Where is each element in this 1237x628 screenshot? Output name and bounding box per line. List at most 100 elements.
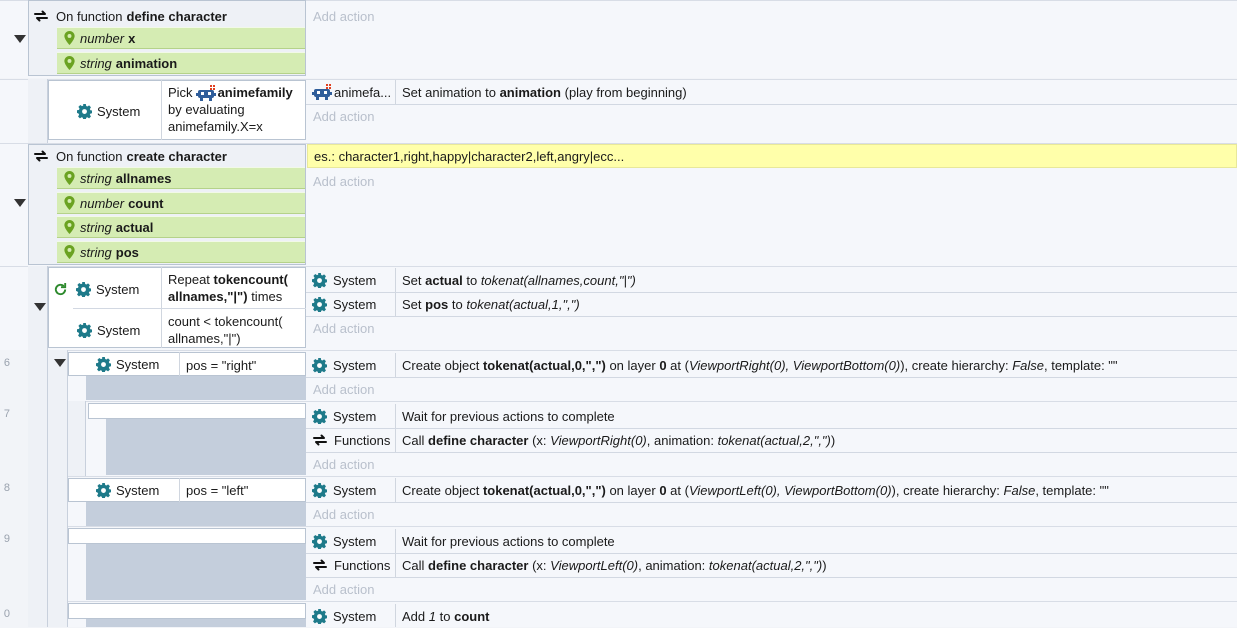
system-gear-icon [312,273,327,288]
condition-object[interactable]: System [96,481,159,499]
function-param[interactable]: string animation [57,52,305,74]
action-row[interactable]: System Create object tokenat(actual,0,",… [312,478,1109,502]
param-name: x [128,30,136,46]
functions-icon [312,557,328,573]
action-row[interactable]: System Add 1 to count [312,604,489,628]
divider [306,316,1237,317]
collapse-toggle[interactable] [14,35,26,43]
condition-object[interactable]: System [77,320,140,340]
object-name: System [96,281,140,297]
divider [306,104,1237,105]
divider [395,353,396,377]
action-row[interactable]: System Create object tokenat(actual,0,",… [312,353,1118,377]
param-type: string [80,219,112,235]
action-row[interactable]: animefa... Set animation to animation (p… [312,80,687,104]
pin-icon [64,196,75,210]
param-type: number [80,195,125,211]
add-action-link[interactable]: Add action [313,109,374,124]
function-name: define character [126,8,227,24]
condition-text[interactable]: pos = "left" [186,483,248,498]
sub-event-gutter [106,419,306,475]
function-param[interactable]: string pos [57,241,305,263]
divider [306,502,1237,503]
indent-gutter [28,79,48,143]
cond-object: animefamily [217,85,293,100]
action-row[interactable]: System Wait for previous actions to comp… [312,404,615,428]
object-name: System [333,533,377,549]
action-text: Call define character (x: ViewportLeft(0… [402,557,827,573]
collapse-toggle[interactable] [14,199,26,207]
comment-line[interactable]: es.: character1,right,happy|character2,l… [307,144,1237,168]
object-name: animefa... [334,84,392,100]
collapse-toggle[interactable] [54,359,66,367]
function-prefix: On function [56,8,123,24]
sprite-icon [312,84,332,100]
action-row[interactable]: System Set pos to tokenat(actual,1,",") [312,292,580,316]
function-param[interactable]: number x [57,27,305,49]
sub-event-gutter [86,544,306,600]
line-number: 7 [3,408,10,420]
line-number: 6 [3,357,10,369]
function-header[interactable]: On function define character [33,6,227,26]
pin-icon [64,31,75,45]
condition-object[interactable]: System [96,355,159,373]
line-number: 9 [3,533,10,545]
param-type: string [80,244,112,260]
add-action-link[interactable]: Add action [313,582,374,597]
object-name: Functions [334,557,391,573]
action-row[interactable]: Functions Call define character (x: View… [312,428,835,452]
action-text: Wait for previous actions to complete [402,408,615,424]
condition-block[interactable] [68,528,306,544]
condition-text[interactable]: pos = "right" [186,358,256,373]
indent-gutter [48,350,68,627]
function-loop-icon [33,148,49,164]
add-action-link[interactable]: Add action [313,382,374,397]
system-gear-icon [312,609,327,624]
condition-text[interactable]: Repeat tokencount( allnames,"|") times [168,271,288,305]
action-row[interactable]: System Set actual to tokenat(allnames,co… [312,268,636,292]
object-name: System [97,322,141,338]
object-name: Functions [334,432,391,448]
param-type: number [80,30,125,46]
action-text: Add 1 to count [402,608,490,624]
action-text: Wait for previous actions to complete [402,533,615,549]
function-param[interactable]: string allnames [57,167,305,189]
divider [395,478,396,502]
add-action-link[interactable]: Add action [313,457,374,472]
action-text: Set actual to tokenat(allnames,count,"|"… [402,272,636,288]
condition-block[interactable] [88,403,306,419]
condition-block[interactable] [68,603,306,619]
condition-text[interactable]: Pick animefamily by evaluating animefamil… [168,84,293,135]
add-action-link[interactable]: Add action [313,174,374,189]
function-param[interactable]: string actual [57,216,305,238]
sub-event-gutter [86,619,306,627]
indent-gutter [68,401,86,476]
param-type: string [80,170,112,186]
divider [179,352,180,376]
pin-icon [64,245,75,259]
system-gear-icon [77,323,92,338]
system-gear-icon [96,357,111,372]
add-action-link[interactable]: Add action [313,9,374,24]
system-gear-icon [312,409,327,424]
condition-object[interactable]: System [77,101,140,121]
object-name: System [333,272,377,288]
cond-text: by evaluating [168,102,245,117]
object-name: System [333,357,377,373]
system-gear-icon [312,483,327,498]
condition-text[interactable]: count < tokencount( allnames,"|") [168,313,283,347]
function-param[interactable]: number count [57,192,305,214]
param-name: count [128,195,164,211]
action-row[interactable]: System Wait for previous actions to comp… [312,529,615,553]
object-name: System [97,103,141,119]
add-action-link[interactable]: Add action [313,507,374,522]
add-action-link[interactable]: Add action [313,321,374,336]
function-header[interactable]: On function create character [33,146,227,166]
action-row[interactable]: Functions Call define character (x: View… [312,553,827,577]
pin-icon [64,171,75,185]
collapse-toggle[interactable] [34,303,46,311]
system-gear-icon [77,104,92,119]
pin-icon [64,220,75,234]
function-name: create character [126,148,227,164]
condition-object[interactable]: System [53,279,139,299]
